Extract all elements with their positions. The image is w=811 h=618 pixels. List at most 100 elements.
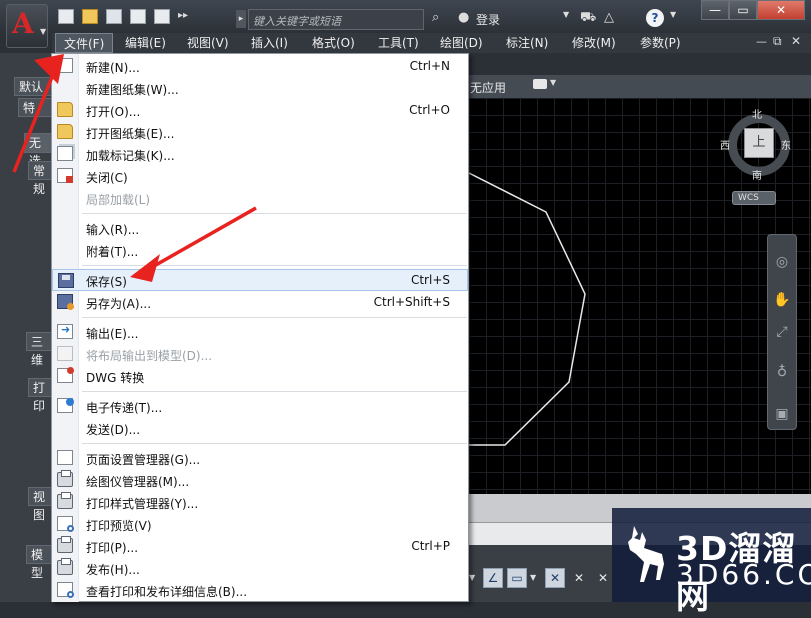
menu-separator [82,265,467,266]
menu-item-dwg-convert[interactable]: DWG 转换 [52,365,468,387]
menu-item-export[interactable]: 输出(E)... [52,321,468,343]
help-icon[interactable]: ? [646,9,664,27]
auto-scale-icon[interactable]: ✕ [593,568,613,588]
menu-item-attach[interactable]: 附着(T)... [52,239,468,261]
user-icon: ● [458,10,470,25]
dwg-convert-icon [57,367,74,383]
menu-separator [82,317,467,318]
search-input[interactable]: 键入关键字或短语 [248,9,424,30]
save-icon[interactable] [106,9,122,24]
menu-item-save[interactable]: 保存(S) Ctrl+S [52,269,468,291]
menu-item-publish[interactable]: 发布(H)... [52,557,468,579]
markup-set-icon [57,146,73,161]
menu-view[interactable]: 视图(V) [179,33,237,53]
doc-close-button[interactable]: ✕ [791,34,801,48]
menu-item-open[interactable]: 打开(O)... Ctrl+O [52,99,468,121]
annotation-scale-icon[interactable]: ✕ [545,568,565,588]
menu-item-save-as[interactable]: 另存为(A)... Ctrl+Shift+S [52,291,468,313]
new-file-icon[interactable] [58,9,74,24]
cart-icon[interactable]: ⛟ [580,10,596,27]
zoom-extents-icon[interactable]: ⤢ [772,324,792,342]
menu-item-page-setup-manager[interactable]: 页面设置管理器(G)... [52,447,468,469]
menu-item-send[interactable]: 发送(D)... [52,417,468,439]
menu-item-load-markup-set[interactable]: 加载标记集(K)... [52,143,468,165]
chevron-down-icon[interactable]: ▼ [550,78,556,87]
menu-edit[interactable]: 编辑(E) [117,33,174,53]
workspace-label: 无应用 [470,81,507,95]
save-disk-icon [58,273,74,288]
workspace-strip [469,75,811,98]
menu-separator [82,213,467,214]
menu-separator [82,391,467,392]
object-snap-icon[interactable]: ▭ [507,568,527,588]
tab-properties[interactable]: 特 [18,98,52,117]
menu-modify[interactable]: 修改(M) [564,33,624,53]
pan-icon[interactable]: ✋ [772,292,792,310]
search-expand-icon[interactable]: ▸ [236,10,246,28]
chevron-down-icon[interactable]: ▼ [670,10,676,19]
menu-parameter[interactable]: 参数(P) [632,33,689,53]
chevron-down-icon[interactable]: ▼ [530,573,536,582]
annotation-visibility-icon[interactable]: ✕ [569,568,589,588]
menu-item-plot-preview[interactable]: 打印预览(V) [52,513,468,535]
menu-file[interactable]: 文件(F) [55,33,114,53]
menu-item-plot[interactable]: 打印(P)... Ctrl+P [52,535,468,557]
wcs-menu[interactable]: WCS [732,191,776,205]
section-3d[interactable]: 三维 [26,332,52,367]
menu-tools[interactable]: 工具(T) [370,33,427,53]
menu-dimension[interactable]: 标注(N) [498,33,556,53]
menu-item-etransmit[interactable]: 电子传递(T)... [52,395,468,417]
chevron-down-icon[interactable]: ▼ [563,10,569,19]
export-icon [57,323,73,339]
menu-item-new-sheet-set[interactable]: 新建图纸集(W)... [52,77,468,99]
publish-icon [57,558,73,575]
minimize-button[interactable]: — [701,0,729,20]
polar-tracking-icon[interactable]: ∠ [483,568,503,588]
save-as-icon[interactable] [130,9,146,24]
autocad-logo-icon: A [12,7,34,40]
printer-icon [57,536,73,553]
showmotion-icon[interactable]: ▣ [772,406,792,424]
network-icon[interactable]: △ [604,10,614,25]
menu-item-plotter-manager[interactable]: 绘图仪管理器(M)... [52,469,468,491]
chevron-down-icon[interactable]: ▼ [469,568,481,588]
orbit-icon[interactable]: ♁ [772,364,792,382]
plot-icon[interactable] [154,9,170,24]
menu-item-new[interactable]: 新建(N)... Ctrl+N [52,55,468,77]
workspace-dropdown-icon[interactable] [533,79,547,89]
plot-preview-icon [57,516,74,532]
viewcube-top-face[interactable]: 上 [744,128,774,158]
compass-east: 东 [781,141,791,152]
close-button[interactable]: ✕ [757,0,805,20]
doc-minimize-button[interactable]: — [756,35,767,48]
section-general[interactable]: 常规 [28,161,52,196]
menu-separator [82,443,467,444]
binoculars-icon[interactable]: ⌕ [432,10,439,25]
restore-button[interactable]: ▭ [729,0,757,20]
tab-default[interactable]: 默认 [14,77,52,96]
steering-wheel-icon[interactable]: ◎ [772,254,792,272]
overflow-icon[interactable]: ▸▸ [178,10,188,21]
menu-item-import[interactable]: 输入(R)... [52,217,468,239]
tab-model[interactable]: 模型 [26,545,52,580]
doc-restore-button[interactable]: ⧉ [773,34,782,49]
polygon-outline [469,172,586,446]
menu-draw[interactable]: 绘图(D) [432,33,491,53]
compass-west: 西 [720,141,730,152]
plot-style-icon [57,492,73,509]
menu-format[interactable]: 格式(O) [304,33,363,53]
open-folder-icon[interactable] [82,9,98,24]
login-button[interactable]: 登录 [476,11,500,28]
menu-item-close[interactable]: 关闭(C) [52,165,468,187]
application-menu-button[interactable]: A ▼ [6,4,48,48]
section-view[interactable]: 视图 [28,487,52,522]
close-file-icon [57,168,73,183]
new-page-icon [57,58,73,73]
selection-dropdown[interactable]: 无选 [24,133,52,168]
section-plot[interactable]: 打印 [28,378,52,413]
menu-insert[interactable]: 插入(I) [243,33,296,53]
menu-item-plot-publish-details[interactable]: 查看打印和发布详细信息(B)... [52,579,468,601]
menu-item-open-sheet-set[interactable]: 打开图纸集(E)... [52,121,468,143]
plot-details-icon [57,582,74,598]
menu-item-plot-style-manager[interactable]: 打印样式管理器(Y)... [52,491,468,513]
